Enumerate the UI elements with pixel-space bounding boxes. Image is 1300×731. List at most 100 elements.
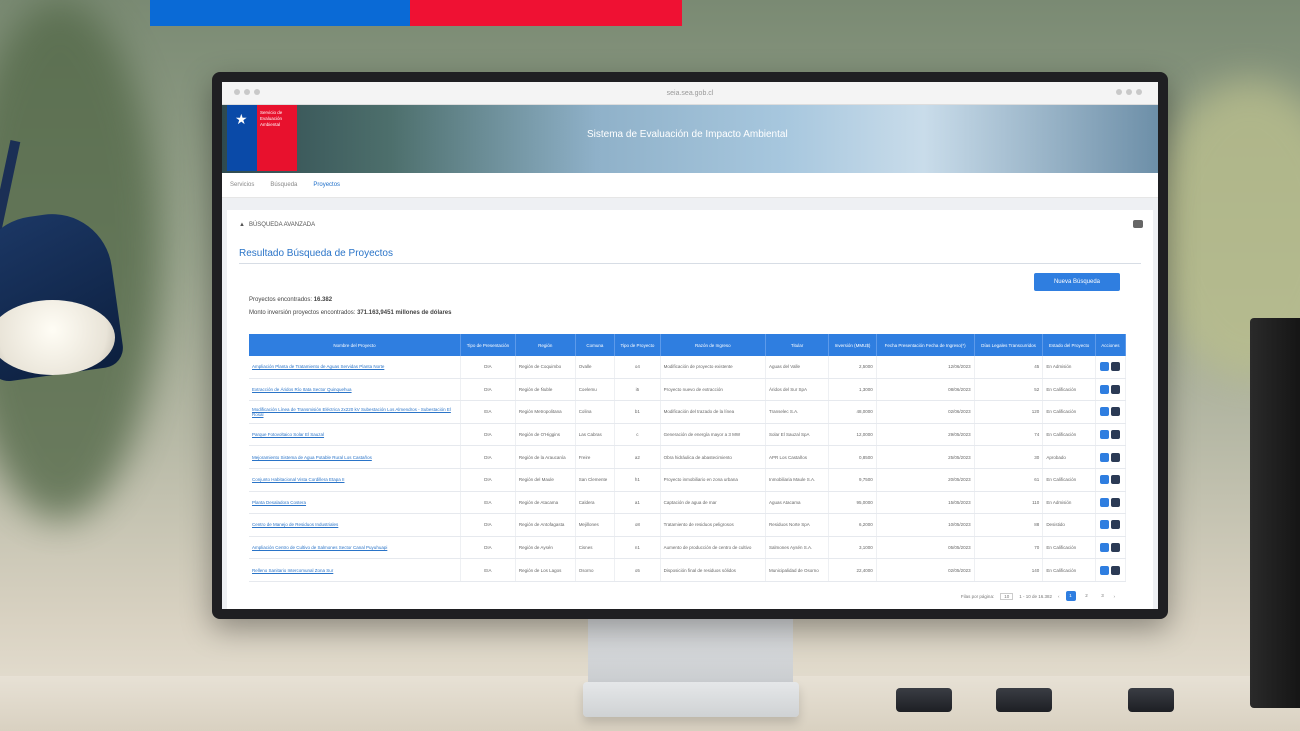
cell-name[interactable]: Parque Fotovoltaico Solar El Sauzal [249, 423, 461, 447]
page-3-button[interactable]: 3 [1098, 591, 1108, 601]
view-icon[interactable] [1100, 475, 1110, 485]
table-row: Extracción de Áridos Río Itata Sector Qu… [249, 378, 1127, 402]
cell-tipo: DIA [460, 378, 516, 402]
view-icon[interactable] [1100, 520, 1110, 530]
rows-per-page-select[interactable]: 10 [1000, 592, 1014, 600]
cell-comuna: Osorno [575, 558, 616, 582]
map-icon[interactable] [1111, 520, 1121, 530]
cell-name[interactable]: Modificación Línea de Transmisión Eléctr… [249, 400, 461, 424]
cell-name[interactable]: Extracción de Áridos Río Itata Sector Qu… [249, 378, 461, 402]
cell-tipo: DIA [460, 445, 516, 469]
cell-fecha: 29/05/2023 [876, 423, 975, 447]
page-title: Resultado Búsqueda de Proyectos [239, 248, 393, 259]
browser-menu-icons[interactable] [1115, 89, 1146, 97]
cell-dias: 52 [974, 378, 1044, 402]
map-icon[interactable] [1111, 475, 1121, 485]
map-icon[interactable] [1111, 497, 1121, 507]
view-icon[interactable] [1100, 362, 1110, 372]
logo-text: Servicio de Evaluación Ambiental [260, 110, 283, 127]
column-header[interactable]: Acciones [1095, 334, 1127, 356]
map-icon[interactable] [1111, 543, 1121, 553]
view-icon[interactable] [1100, 430, 1110, 440]
title-divider [239, 263, 1141, 264]
table-row: Relleno Sanitario Intercomunal Zona Sur E… [249, 558, 1127, 582]
results-table: Nombre del Proyecto Tipo de Presentación R… [249, 334, 1127, 582]
column-header[interactable]: Estado del Proyecto [1042, 334, 1096, 356]
view-icon[interactable] [1100, 565, 1110, 575]
prev-page-icon[interactable]: ‹ [1058, 594, 1060, 599]
column-header[interactable]: Fecha Presentación Fecha de Ingreso(*) [876, 334, 975, 356]
cell-actions [1095, 468, 1127, 492]
table-row: Modificación Línea de Transmisión Eléctr… [249, 400, 1127, 424]
cell-name[interactable]: Mejoramiento Sistema de Agua Potable Rur… [249, 445, 461, 469]
column-header[interactable]: Tipo de Proyecto [614, 334, 661, 356]
table-row: Centro de Manejo de Residuos Industriale… [249, 513, 1127, 537]
window-controls[interactable] [234, 89, 264, 97]
cell-tp: o4 [614, 356, 661, 379]
map-icon[interactable] [1111, 452, 1121, 462]
cell-tp: o8 [614, 513, 661, 537]
nav-item-busqueda[interactable]: Búsqueda [270, 182, 297, 188]
cell-region: Región de Ñuble [515, 378, 576, 402]
cell-name[interactable]: Planta Desaladora Costera [249, 491, 461, 515]
cell-inv: 2,5000 [828, 356, 877, 379]
column-header[interactable]: Nombre del Proyecto [249, 334, 461, 356]
nav-item-servicios[interactable]: Servicios [230, 182, 254, 188]
cell-tp: o5 [614, 558, 661, 582]
next-page-icon[interactable]: › [1114, 594, 1116, 599]
cell-dias: 70 [974, 536, 1044, 560]
cell-name[interactable]: Conjunto Habitacional Vista Cordillera E… [249, 468, 461, 492]
binder-clip [896, 688, 952, 712]
cell-inv: 3,1000 [828, 536, 877, 560]
map-icon[interactable] [1111, 362, 1121, 372]
monitor-base [583, 682, 799, 717]
view-icon[interactable] [1100, 407, 1110, 417]
government-logo: ★ Servicio de Evaluación Ambiental [227, 105, 297, 171]
cell-razon: Modificación de proyecto existente [660, 356, 767, 379]
print-icon[interactable] [1133, 220, 1143, 228]
view-icon[interactable] [1100, 452, 1110, 462]
view-icon[interactable] [1100, 384, 1110, 394]
table-row: Conjunto Habitacional Vista Cordillera E… [249, 468, 1127, 492]
screen: seia.sea.gob.cl ★ Servicio de Evaluación… [222, 82, 1158, 609]
site-banner: ★ Servicio de Evaluación Ambiental Siste… [222, 105, 1158, 173]
cell-fecha: 05/05/2023 [876, 536, 975, 560]
column-header[interactable]: Días Legales Transcurridos [974, 334, 1044, 356]
view-icon[interactable] [1100, 497, 1110, 507]
map-icon[interactable] [1111, 384, 1121, 394]
cell-estado: En Calificación [1042, 536, 1096, 560]
column-header[interactable]: Región [515, 334, 576, 356]
cell-name[interactable]: Centro de Manejo de Residuos Industriale… [249, 513, 461, 537]
cell-name[interactable]: Relleno Sanitario Intercomunal Zona Sur [249, 558, 461, 582]
nav-item-proyectos[interactable]: Proyectos [313, 182, 340, 188]
star-icon: ★ [235, 111, 248, 127]
map-icon[interactable] [1111, 565, 1121, 575]
cell-name[interactable]: Ampliación Planta de Tratamiento de Agua… [249, 356, 461, 379]
column-header[interactable]: Titular [765, 334, 830, 356]
column-header[interactable]: Comuna [575, 334, 616, 356]
map-icon[interactable] [1111, 407, 1121, 417]
speaker-box [1250, 318, 1300, 708]
cell-dias: 74 [974, 423, 1044, 447]
cell-fecha: 25/05/2023 [876, 445, 975, 469]
map-icon[interactable] [1111, 430, 1121, 440]
page-1-button[interactable]: 1 [1065, 591, 1076, 601]
column-header[interactable]: Razón de Ingreso [660, 334, 767, 356]
cell-titular: Áridos del Sur SpA [765, 378, 830, 402]
cell-estado: En Admisión [1042, 356, 1096, 379]
column-header[interactable]: Tipo de Presentación [460, 334, 516, 356]
cell-fecha: 02/05/2023 [876, 558, 975, 582]
column-header[interactable]: Inversión (MMU$) [828, 334, 877, 356]
cell-tipo: DIA [460, 423, 516, 447]
cell-inv: 1,3000 [828, 378, 877, 402]
new-search-button[interactable]: Nueva Búsqueda [1034, 273, 1120, 291]
url-bar[interactable]: seia.sea.gob.cl [667, 90, 714, 97]
rows-per-page-label: Filas por página: [960, 593, 995, 599]
breadcrumb-label[interactable]: BÚSQUEDA AVANZADA [249, 222, 315, 228]
cell-region: Región de Aysén [515, 536, 576, 560]
page-2-button[interactable]: 2 [1082, 591, 1092, 601]
cell-razon: Captación de agua de mar [660, 491, 767, 515]
cell-region: Región de Atacama [515, 491, 576, 515]
cell-name[interactable]: Ampliación Centro de Cultivo de Salmones… [249, 536, 461, 560]
view-icon[interactable] [1100, 543, 1110, 553]
